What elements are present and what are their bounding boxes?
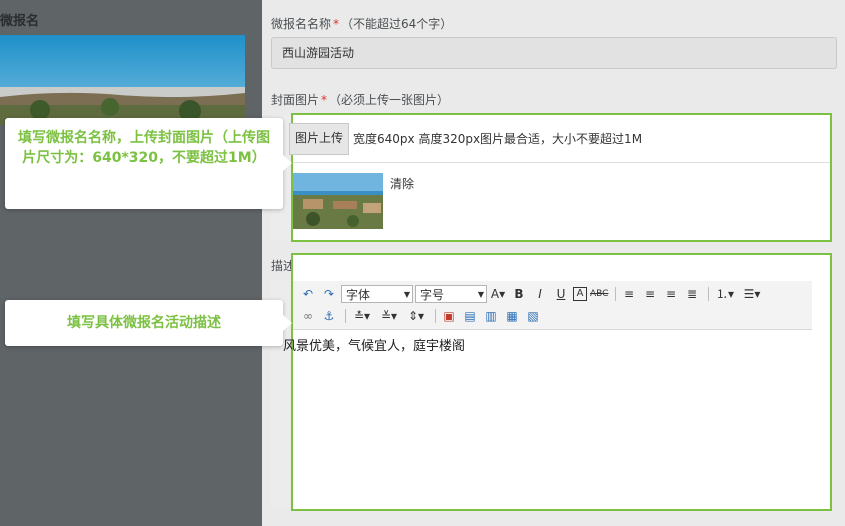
image-left-icon[interactable]: ▤ bbox=[461, 307, 479, 325]
undo-icon[interactable]: ↶ bbox=[299, 285, 317, 303]
callout-text: 填写微报名名称，上传封面图片（上传图片尺寸为：640*320，不要超过1M） bbox=[18, 130, 270, 166]
toolbar-separator bbox=[708, 287, 709, 301]
underline-icon[interactable]: U bbox=[552, 285, 570, 303]
upload-hint: 宽度640px 高度320px图片最合适，大小不要超过1M bbox=[353, 132, 643, 146]
indent-icon[interactable]: ≛▾ bbox=[350, 307, 374, 325]
clear-image-link[interactable]: 清除 bbox=[390, 175, 414, 192]
cover-label: 封面图片 * （必须上传一张图片） bbox=[271, 93, 450, 107]
justify-icon[interactable]: ≣ bbox=[683, 285, 701, 303]
ordered-list-icon[interactable]: ⒈▾ bbox=[713, 285, 737, 303]
cover-instruction-callout: 填写微报名名称，上传封面图片（上传图片尺寸为：640*320，不要超过1M） bbox=[5, 118, 292, 209]
callout-text: 填写具体微报名活动描述 bbox=[67, 315, 221, 331]
image-block-icon[interactable]: ▧ bbox=[524, 307, 542, 325]
align-right-icon[interactable]: ≡ bbox=[662, 285, 680, 303]
paragraph-icon[interactable]: ≚▾ bbox=[377, 307, 401, 325]
editor-toolbar: ↶ ↷ 字体 ▼ 字号 ▼ A▾ B I U A ABC ≡ ≡ ≡ ≣ ⒈▾ ☰▾… bbox=[293, 281, 812, 330]
divider bbox=[293, 162, 830, 163]
link-icon[interactable]: ∞ bbox=[299, 307, 317, 325]
image-right-icon[interactable]: ▥ bbox=[482, 307, 500, 325]
unordered-list-icon[interactable]: ☰▾ bbox=[740, 285, 764, 303]
cover-upload-panel: 图片上传 宽度640px 高度320px图片最合适，大小不要超过1M 清除 bbox=[289, 113, 832, 242]
name-input[interactable]: 西山游园活动 bbox=[271, 37, 837, 69]
name-label: 微报名名称 * （不能超过64个字） bbox=[271, 17, 453, 31]
rich-text-editor: ↶ ↷ 字体 ▼ 字号 ▼ A▾ B I U A ABC ≡ ≡ ≡ ≣ ⒈▾ ☰▾… bbox=[283, 253, 832, 511]
italic-icon[interactable]: I bbox=[531, 285, 549, 303]
left-panel: 微报名 bbox=[0, 0, 262, 526]
bold-icon[interactable]: B bbox=[510, 285, 528, 303]
toolbar-separator bbox=[345, 309, 346, 323]
strikethrough-icon[interactable]: ABC bbox=[590, 285, 608, 303]
left-panel-title: 微报名 bbox=[0, 14, 40, 29]
cover-thumbnail bbox=[293, 173, 383, 229]
border-icon[interactable]: A bbox=[573, 287, 587, 301]
align-center-icon[interactable]: ≡ bbox=[641, 285, 659, 303]
editor-content[interactable]: 风景优美，气候宜人，庭宇楼阁 bbox=[283, 335, 465, 354]
image-center-icon[interactable]: ▦ bbox=[503, 307, 521, 325]
font-size-select[interactable]: 字号 ▼ bbox=[415, 285, 487, 303]
toolbar-row-2: ∞ ⚓ ≛▾ ≚▾ ⇕▾ ▣ ▤ ▥ ▦ ▧ bbox=[299, 306, 545, 326]
required-mark: * bbox=[321, 93, 328, 107]
toolbar-row-1: ↶ ↷ 字体 ▼ 字号 ▼ A▾ B I U A ABC ≡ ≡ ≡ ≣ ⒈▾ ☰▾ bbox=[299, 284, 767, 304]
toolbar-separator bbox=[615, 287, 616, 301]
line-height-icon[interactable]: ⇕▾ bbox=[404, 307, 428, 325]
callout-pointer bbox=[283, 155, 292, 171]
redo-icon[interactable]: ↷ bbox=[320, 285, 338, 303]
required-mark: * bbox=[333, 17, 340, 31]
anchor-icon[interactable]: ⚓ bbox=[320, 307, 338, 325]
font-color-icon[interactable]: A▾ bbox=[489, 285, 507, 303]
image-icon[interactable]: ▣ bbox=[440, 307, 458, 325]
cover-preview-image bbox=[0, 35, 245, 125]
callout-pointer bbox=[283, 315, 292, 331]
description-instruction-callout: 填写具体微报名活动描述 bbox=[5, 300, 292, 346]
font-family-select[interactable]: 字体 ▼ bbox=[341, 285, 413, 303]
upload-image-button[interactable]: 图片上传 bbox=[289, 123, 349, 155]
align-left-icon[interactable]: ≡ bbox=[620, 285, 638, 303]
toolbar-separator bbox=[435, 309, 436, 323]
